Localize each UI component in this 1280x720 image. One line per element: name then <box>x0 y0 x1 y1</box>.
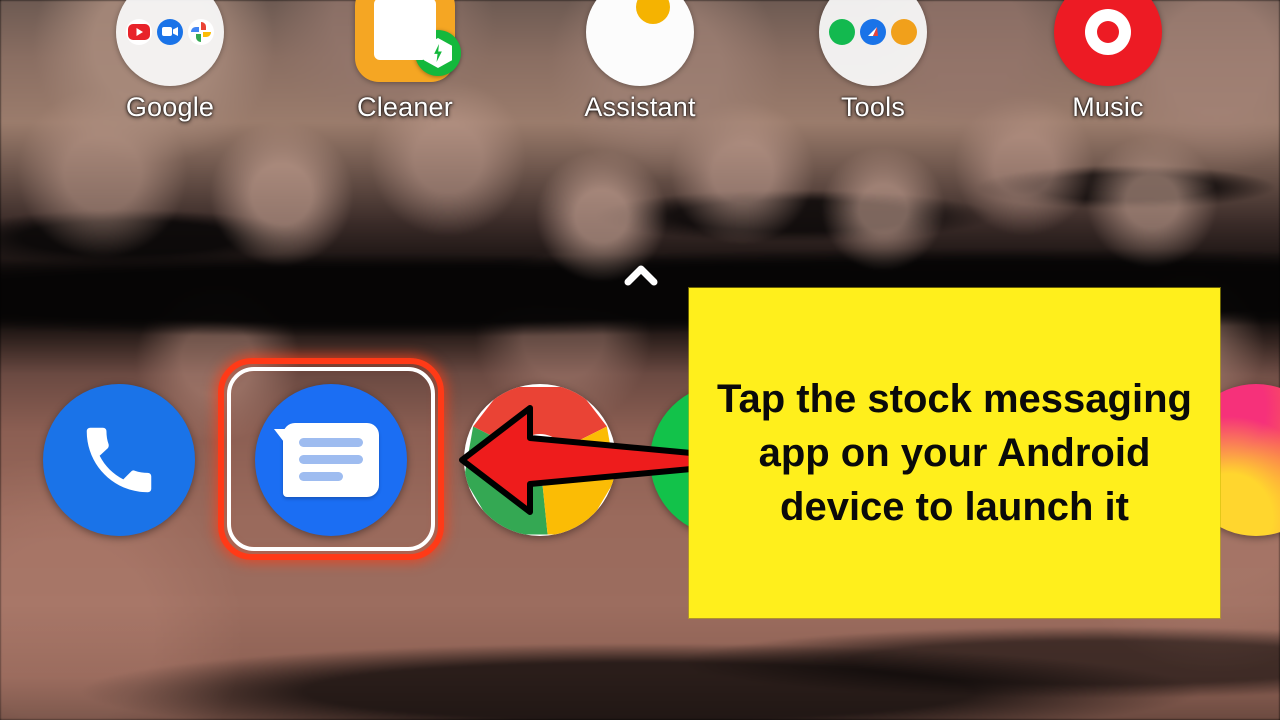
music-app-icon[interactable] <box>1054 0 1162 86</box>
tools-green-icon <box>829 18 856 45</box>
left-arrow-annotation <box>458 398 706 522</box>
youtube-icon <box>126 18 153 45</box>
cleaner-app-icon[interactable] <box>351 0 461 86</box>
tools-blue-icon <box>859 18 886 45</box>
app-item-assistant[interactable]: Assistant <box>535 0 745 123</box>
app-label: Music <box>1072 92 1144 122</box>
meet-icon <box>156 18 183 45</box>
navigation-bar <box>0 600 1280 720</box>
app-row: Google Cleaner Assistant Tools Music <box>0 0 1280 150</box>
app-item-google[interactable]: Google <box>65 0 275 123</box>
android-home-screen: Google Cleaner Assistant Tools Music Tap… <box>0 0 1280 720</box>
photos-icon <box>187 18 214 45</box>
app-label: Assistant <box>584 92 696 122</box>
assistant-app-icon[interactable] <box>586 0 694 86</box>
app-label: Cleaner <box>357 92 453 122</box>
phone-handset-icon <box>86 427 152 493</box>
app-label: Tools <box>840 92 906 122</box>
app-item-cleaner[interactable]: Cleaner <box>300 0 510 123</box>
tools-folder-icon[interactable] <box>819 0 927 86</box>
chevron-up-icon[interactable] <box>624 262 658 288</box>
highlight-ring-messages <box>218 358 444 560</box>
instruction-callout: Tap the stock messaging app on your Andr… <box>689 288 1220 618</box>
instruction-text: Tap the stock messaging app on your Andr… <box>717 377 1192 529</box>
phone-app-icon[interactable] <box>43 384 195 536</box>
app-item-music[interactable]: Music <box>1003 0 1213 123</box>
lightning-badge-icon <box>415 30 461 76</box>
tools-orange-icon <box>890 18 917 45</box>
app-item-tools[interactable]: Tools <box>768 0 978 123</box>
google-folder-icon[interactable] <box>116 0 224 86</box>
app-label: Google <box>125 92 215 122</box>
